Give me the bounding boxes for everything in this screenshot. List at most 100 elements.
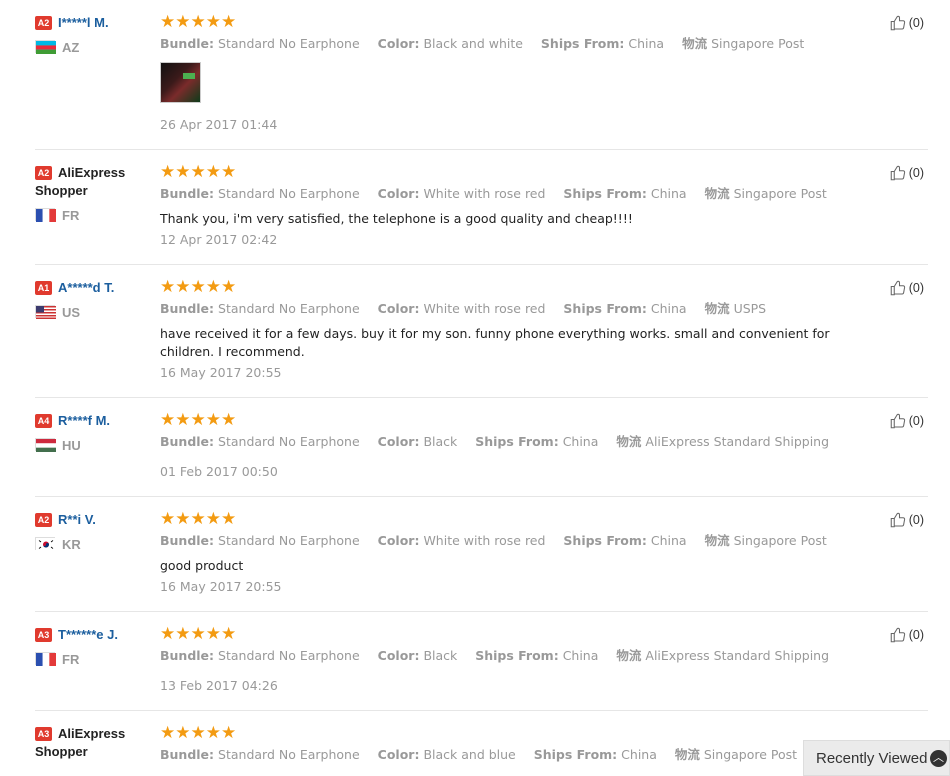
review-date: 01 Feb 2017 00:50 [160,464,278,479]
country-flag-icon [35,652,56,666]
thumbs-up-icon [889,412,907,430]
review-list: A2 I*****l M. AZ ★★★★★ Bundle: Standard N… [35,0,928,776]
reviewer-country: AZ [35,40,153,56]
star-rating: ★★★★★ [160,277,237,296]
logistics-key: 物流 [616,648,642,663]
helpful-count: (0) [908,513,924,527]
reviewer-country: HU [35,438,153,454]
order-info: Bundle: Standard No Earphone Color: Blac… [160,434,860,450]
color-value: White with rose red [423,186,546,201]
color-key: Color: [377,301,420,316]
ships-from-value: China [562,648,599,663]
ships-from-key: Ships From: [475,648,559,663]
buyer-level-badge: A4 [35,414,52,428]
color-key: Color: [377,434,420,449]
reviewer-country: FR [35,208,153,224]
logistics-value: Singapore Post [703,747,798,762]
ships-from-value: China [621,747,657,762]
review-content: ★★★★★ Bundle: Standard No Earphone Color… [160,162,860,248]
review-date: 13 Feb 2017 04:26 [160,678,278,693]
bundle-value: Standard No Earphone [218,533,360,548]
country-code: FR [62,652,80,667]
color-key: Color: [377,648,420,663]
ships-from-value: China [650,301,687,316]
reviewer-info: A2 AliExpress Shopper FR [35,164,153,224]
country-code: FR [62,208,80,223]
helpful-count: (0) [908,16,924,30]
review-text: have received it for a few days. buy it … [160,326,830,359]
thumbs-up-icon [889,626,907,644]
reviewer-name[interactable]: I*****l M. [58,15,109,30]
reviewer-info: A3 T******e J. FR [35,626,153,668]
review-content: ★★★★★ Bundle: Standard No Earphone Color… [160,625,860,694]
recently-viewed-button[interactable]: Recently Viewed ︿ [803,740,950,776]
bundle-key: Bundle: [160,648,215,663]
recently-viewed-label: Recently Viewed [816,749,928,767]
star-rating: ★★★★★ [160,162,237,181]
helpful-button[interactable]: (0) [889,626,924,644]
bundle-value: Standard No Earphone [218,648,360,663]
order-info: Bundle: Standard No Earphone Color: Whit… [160,301,860,317]
country-flag-icon [35,438,56,452]
ships-from-key: Ships From: [563,533,647,548]
helpful-button[interactable]: (0) [889,164,924,182]
review-item: A3 AliExpress Shopper ★★★★★ Bundle: Stand… [35,711,928,776]
thumbs-up-icon [889,164,907,182]
helpful-count: (0) [908,414,924,428]
buyer-level-badge: A2 [35,16,52,30]
bundle-value: Standard No Earphone [218,36,360,51]
ships-from-key: Ships From: [563,186,647,201]
color-value: Black [423,434,458,449]
reviewer-info: A2 R**i V. KR [35,511,153,553]
buyer-level-badge: A2 [35,513,52,527]
country-flag-icon [35,208,56,222]
thumbs-up-icon [889,511,907,529]
reviewer-name[interactable]: A*****d T. [58,280,114,295]
review-item: A2 R**i V. KR ★★★★★ Bundle: Standard No E… [35,497,928,612]
color-value: Black and white [423,36,523,51]
helpful-button[interactable]: (0) [889,279,924,297]
logistics-key: 物流 [616,434,642,449]
helpful-button[interactable]: (0) [889,14,924,32]
review-content: ★★★★★ Bundle: Standard No Earphone Color… [160,277,860,381]
star-rating: ★★★★★ [160,509,237,528]
order-info: Bundle: Standard No Earphone Color: Blac… [160,36,860,52]
color-key: Color: [377,747,420,762]
color-key: Color: [377,36,420,51]
bundle-key: Bundle: [160,186,215,201]
bundle-key: Bundle: [160,434,215,449]
ships-from-key: Ships From: [475,434,559,449]
logistics-key: 物流 [674,747,700,762]
reviewer-name[interactable]: R**i V. [58,512,96,527]
order-info: Bundle: Standard No Earphone Color: Whit… [160,533,860,549]
ships-from-key: Ships From: [533,747,618,762]
review-text: good product [160,558,244,573]
logistics-value: Singapore Post [711,36,805,51]
order-info: Bundle: Standard No Earphone Color: Blac… [160,648,860,664]
ships-from-value: China [650,533,687,548]
logistics-value: USPS [733,301,767,316]
logistics-value: Singapore Post [733,533,827,548]
helpful-count: (0) [908,628,924,642]
reviewer-name[interactable]: R****f M. [58,413,110,428]
review-content: ★★★★★ Bundle: Standard No Earphone Color… [160,509,860,595]
country-code: AZ [62,40,80,55]
country-code: KR [62,537,81,552]
helpful-button[interactable]: (0) [889,412,924,430]
reviewer-country: KR [35,537,153,553]
bundle-value: Standard No Earphone [218,434,360,449]
reviewer-country: US [35,305,153,321]
helpful-button[interactable]: (0) [889,511,924,529]
color-key: Color: [377,533,420,548]
logistics-key: 物流 [704,533,730,548]
reviewer-name[interactable]: T******e J. [58,627,118,642]
review-photo-thumbnail[interactable] [160,62,201,103]
bundle-value: Standard No Earphone [218,186,360,201]
buyer-level-badge: A3 [35,727,52,741]
order-info: Bundle: Standard No Earphone Color: Whit… [160,186,860,202]
country-code: HU [62,438,81,453]
logistics-value: AliExpress Standard Shipping [645,648,830,663]
country-flag-icon [35,40,56,54]
ships-from-key: Ships From: [540,36,625,51]
color-value: Black and blue [423,747,516,762]
